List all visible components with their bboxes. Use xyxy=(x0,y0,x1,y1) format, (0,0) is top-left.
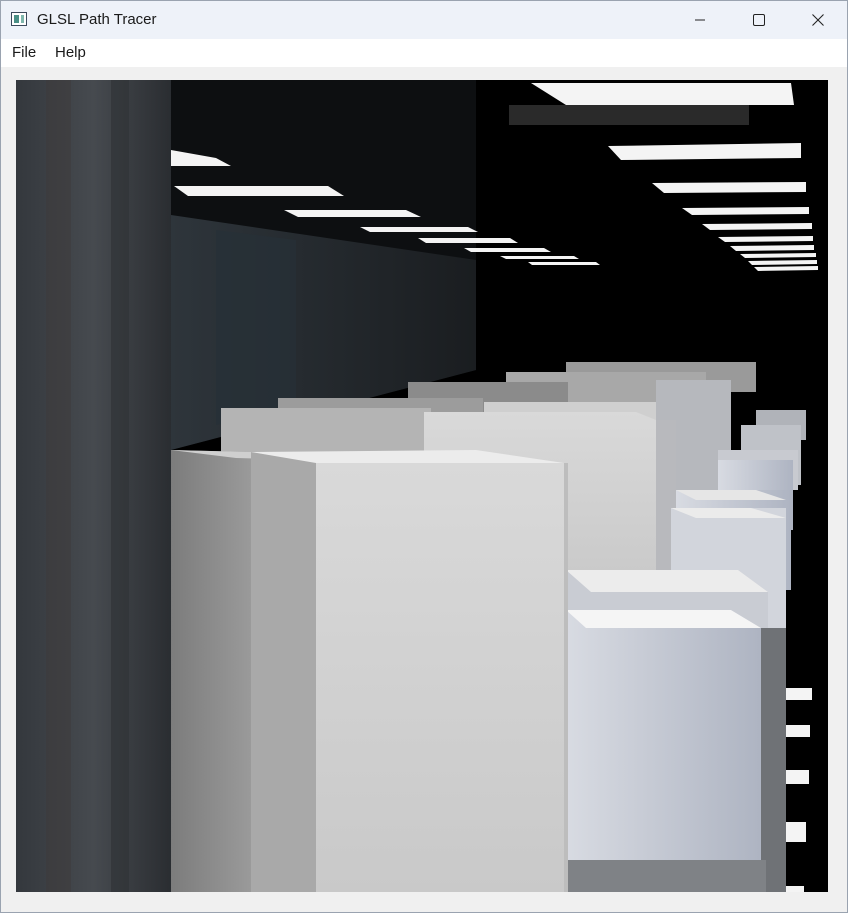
app-icon xyxy=(11,12,27,26)
menu-bar: File Help xyxy=(1,39,847,67)
maximize-button[interactable] xyxy=(730,1,788,39)
close-icon xyxy=(812,14,824,26)
app-window: GLSL Path Tracer File Help xyxy=(0,0,848,913)
maximize-icon xyxy=(753,14,765,26)
menu-file[interactable]: File xyxy=(12,44,36,61)
minimize-icon xyxy=(695,19,705,21)
window-title: GLSL Path Tracer xyxy=(37,11,157,28)
title-bar[interactable]: GLSL Path Tracer xyxy=(1,1,847,39)
menu-help[interactable]: Help xyxy=(55,44,86,61)
render-viewport[interactable] xyxy=(16,80,828,892)
minimize-button[interactable] xyxy=(671,1,729,39)
close-button[interactable] xyxy=(789,1,847,39)
rendered-scene xyxy=(16,80,828,892)
